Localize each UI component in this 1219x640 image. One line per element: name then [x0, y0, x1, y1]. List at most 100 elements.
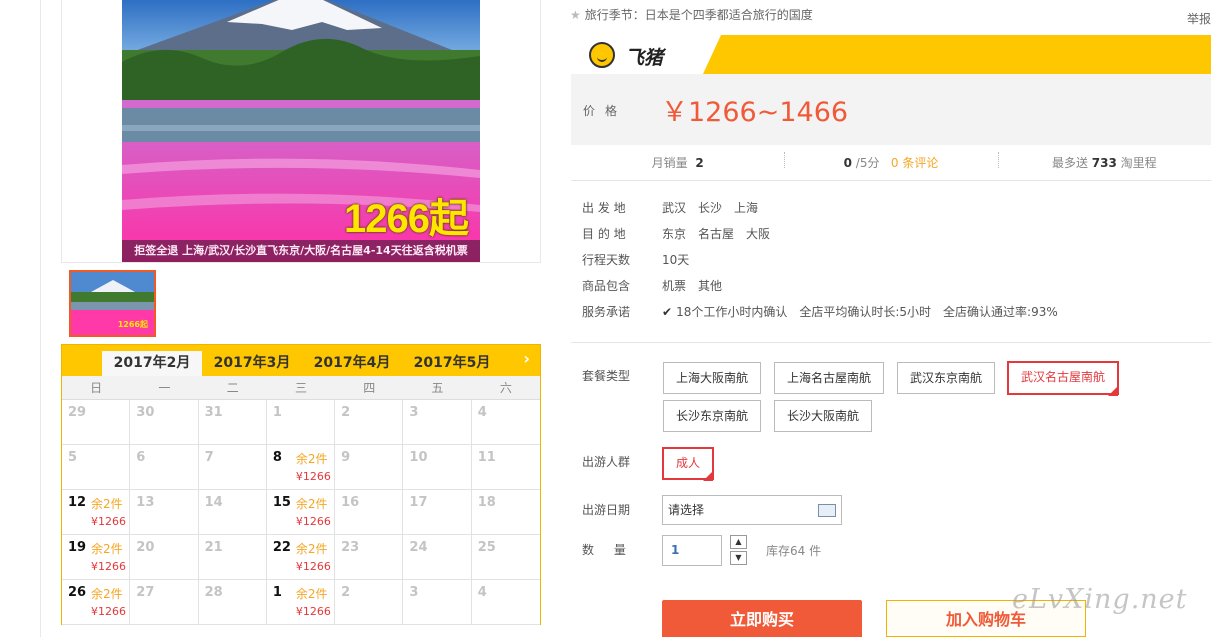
calendar-day-cell: 1: [266, 400, 336, 445]
weekday-sun: 日: [90, 381, 103, 395]
crowd-option-adult[interactable]: 成人: [662, 447, 714, 480]
month-tab-may[interactable]: 2017年5月: [402, 351, 502, 376]
calendar-day-cell[interactable]: 19 余2件 ¥1266: [62, 535, 131, 580]
calendar-day-cell: 25: [471, 535, 540, 580]
sales-value: 2: [695, 156, 704, 170]
info-value: 上海: [734, 201, 759, 215]
star-icon: ★: [570, 8, 581, 22]
month-tab-apr[interactable]: 2017年4月: [302, 351, 402, 376]
calendar-day-cell[interactable]: 26 余2件 ¥1266: [62, 580, 131, 625]
calendar-day-cell: 20: [130, 535, 199, 580]
calendar-icon[interactable]: [818, 504, 836, 517]
info-key: 服务承诺: [582, 305, 631, 319]
report-link[interactable]: 举报: [1187, 10, 1211, 27]
month-tab-feb[interactable]: 2017年2月: [102, 351, 202, 376]
info-value: 长沙: [698, 201, 723, 215]
calendar-day-cell: 27: [130, 580, 199, 625]
quantity-input[interactable]: 1: [662, 535, 722, 566]
calendar-day-cell[interactable]: 22 余2件 ¥1266: [266, 535, 336, 580]
calendar-day-cell: 2: [335, 400, 404, 445]
package-option-1[interactable]: 上海大阪南航: [663, 362, 761, 394]
day-number: 2: [341, 585, 351, 600]
day-number: 30: [136, 405, 155, 420]
day-number: 29: [68, 405, 87, 420]
info-value: 全店确认通过率:93%: [943, 305, 1058, 319]
info-value: 武汉: [662, 201, 687, 215]
calendar-day-cell: 9: [335, 445, 404, 490]
day-price: ¥1266: [295, 605, 331, 618]
check-circle-icon: ✔: [662, 305, 673, 319]
rating-value: 0: [843, 156, 852, 170]
day-number: 28: [204, 585, 223, 600]
day-number: 14: [204, 495, 223, 510]
day-price: ¥1266: [91, 605, 126, 618]
day-stock: 余2件: [295, 542, 328, 556]
calendar-day-cell[interactable]: 8 余2件 ¥1266: [266, 445, 336, 490]
day-stock: 余2件: [295, 587, 328, 601]
date-value: 请选择: [668, 503, 705, 517]
calendar-day-cell: 16: [335, 490, 404, 535]
calendar-day-cell[interactable]: 12 余2件 ¥1266: [62, 490, 131, 535]
calendar-day-cell[interactable]: 1 余2件 ¥1266: [266, 580, 336, 625]
weekday-mon: 一: [158, 381, 171, 395]
calendar-day-cell: 13: [130, 490, 199, 535]
info-value: 10天: [662, 253, 690, 267]
thumbnail-text: 1266起: [117, 320, 148, 329]
day-stock: 余2件: [295, 497, 328, 511]
package-option-5[interactable]: 长沙东京南航: [663, 400, 761, 432]
weekday-tue: 二: [226, 381, 239, 395]
calendar-day-cell[interactable]: 15 余2件 ¥1266: [266, 490, 336, 535]
info-value: 东京: [662, 227, 687, 241]
quantity-down-button[interactable]: ▼: [730, 551, 747, 565]
points-prefix: 最多送: [1051, 156, 1088, 170]
reviews-link[interactable]: 0 条评论: [891, 156, 938, 170]
points-suffix: 淘里程: [1120, 156, 1157, 170]
month-tab-mar[interactable]: 2017年3月: [202, 351, 302, 376]
calendar-day-cell: 7: [198, 445, 267, 490]
thumbnail-1[interactable]: 1266起: [69, 270, 156, 337]
calendar-day-cell: 23: [335, 535, 404, 580]
day-stock: 余2件: [295, 452, 328, 466]
calendar-day-cell: 21: [198, 535, 267, 580]
price-label: 价格: [583, 104, 628, 118]
day-number: 31: [204, 405, 223, 420]
date-input[interactable]: 请选择: [662, 495, 842, 525]
day-number: 5: [68, 450, 78, 465]
price-box: 价格 ￥1266~1466: [571, 74, 1211, 145]
info-value: 18个工作小时内确认: [676, 305, 788, 319]
package-option-4-selected[interactable]: 武汉名古屋南航: [1007, 361, 1119, 395]
package-option-6[interactable]: 长沙大阪南航: [774, 400, 872, 432]
watermark: eLvXing.net: [1012, 584, 1188, 615]
day-number: 18: [477, 495, 496, 510]
main-product-image[interactable]: 1266起 拒签全退 上海/武汉/长沙直飞东京/大阪/名古屋4-14天往返含税机…: [122, 0, 480, 262]
weekday-header: 日 一 二 三 四 五 六: [62, 376, 540, 400]
weekday-wed: 三: [294, 381, 307, 395]
info-value: 其他: [698, 279, 723, 293]
info-value: 大阪: [746, 227, 771, 241]
calendar-day-cell: 24: [403, 535, 472, 580]
day-number: 2: [341, 405, 351, 420]
day-number: 13: [136, 495, 155, 510]
package-option-2[interactable]: 上海名古屋南航: [774, 362, 884, 394]
calendar-grid: 29 30 31 1 2 3 4 5 6 7 8 余2件 ¥1266 9 10 11 12 余2件 ¥1266 13 1…: [62, 400, 540, 625]
buy-now-button[interactable]: 立即购买: [662, 600, 862, 637]
calendar-day-cell: 10: [403, 445, 472, 490]
monthly-sales: 月销量 2: [571, 154, 784, 171]
calendar-day-cell: 4: [471, 580, 540, 625]
day-number: 16: [341, 495, 360, 510]
day-price: ¥1266: [91, 515, 126, 528]
calendar-day-cell: 11: [471, 445, 540, 490]
hero-caption: 拒签全退 上海/武汉/长沙直飞东京/大阪/名古屋4-14天往返含税机票: [122, 240, 480, 262]
quantity-up-button[interactable]: ▲: [730, 535, 747, 549]
chevron-right-icon[interactable]: ›: [523, 349, 530, 368]
stats-bar: 月销量 2 0 /5分 0 条评论 最多送 733 淘里程: [571, 145, 1211, 181]
season-text: 旅行季节：日本是个四季都适合旅行的国度: [584, 8, 813, 22]
day-number: 19: [68, 540, 87, 555]
package-option-3[interactable]: 武汉东京南航: [897, 362, 995, 394]
weekday-sat: 六: [499, 381, 512, 395]
fliggy-banner: 飞猪: [571, 35, 1211, 74]
points-value: 733: [1091, 156, 1117, 170]
crowd-label: 出游人群: [582, 455, 631, 469]
info-value: 机票: [662, 279, 687, 293]
day-number: 1: [272, 585, 282, 600]
